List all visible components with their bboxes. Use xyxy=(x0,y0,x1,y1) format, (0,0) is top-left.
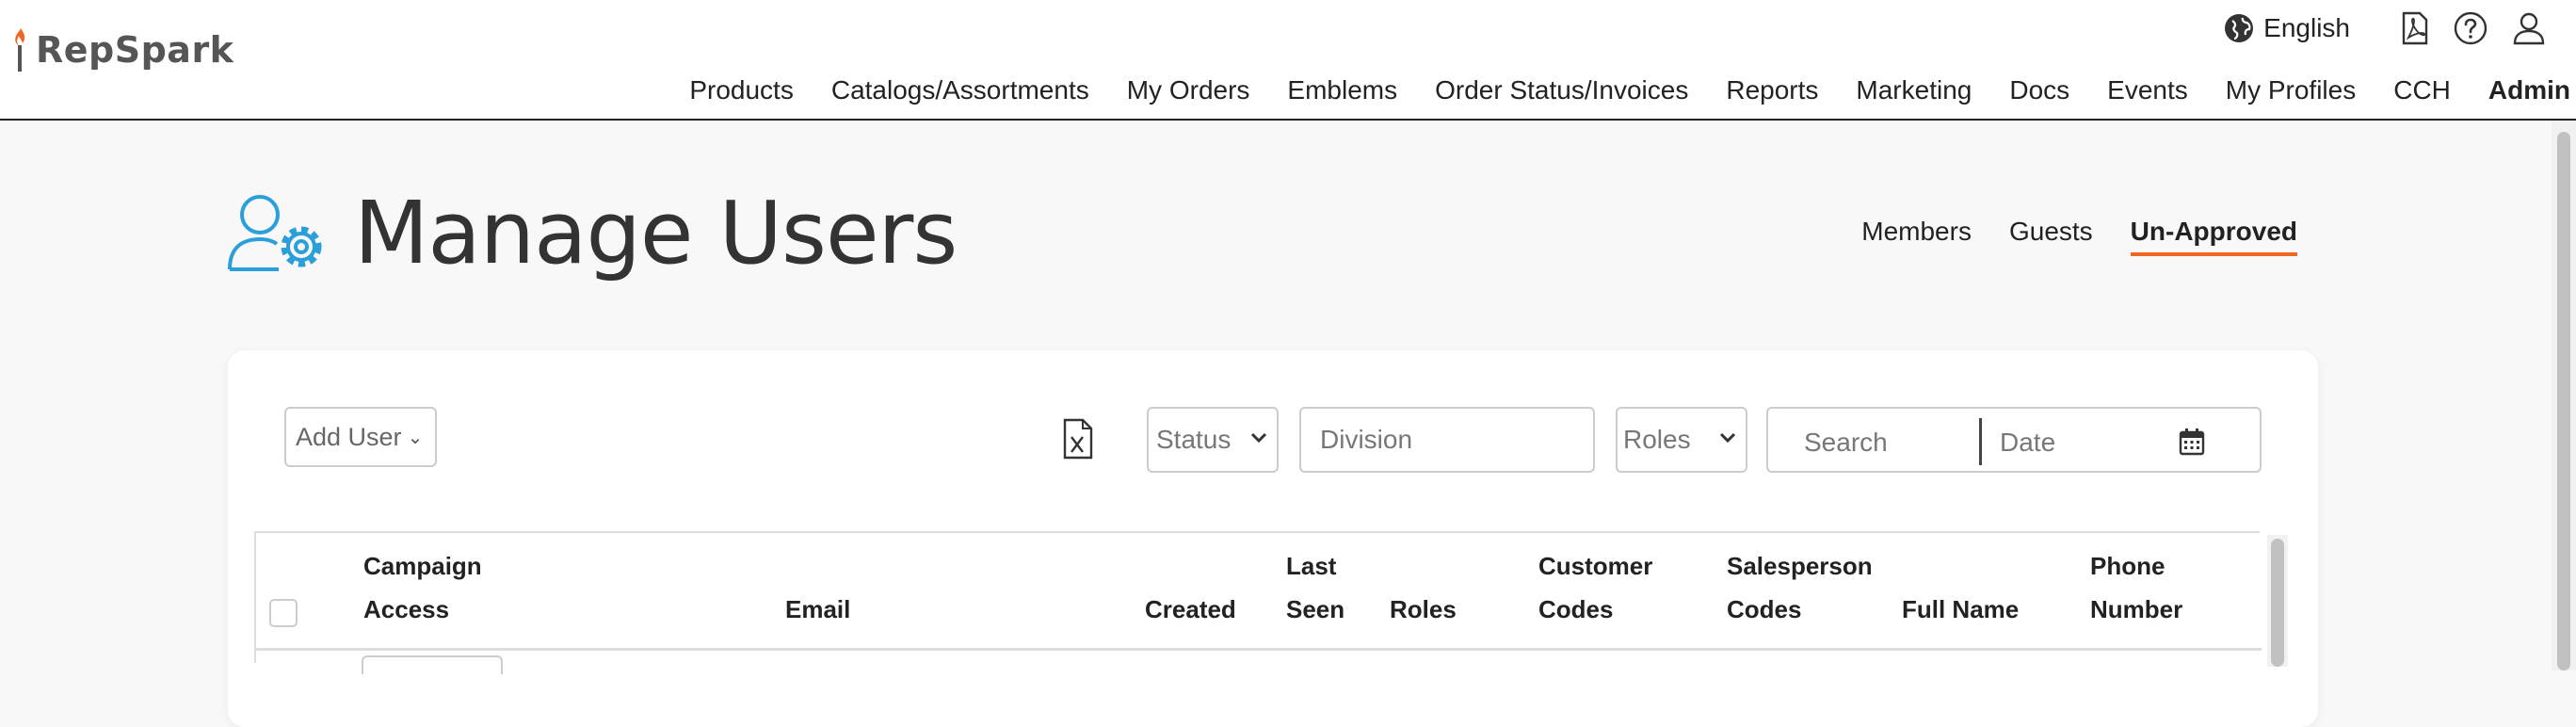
chevron-down-icon: ⌄ xyxy=(407,427,424,448)
tab-guests[interactable]: Guests xyxy=(2009,217,2093,256)
col-roles[interactable]: Roles xyxy=(1390,544,1457,631)
col-full-name[interactable]: Full Name xyxy=(1902,544,2019,631)
brand-name: RepSpark xyxy=(36,29,234,71)
col-campaign-access[interactable]: Campaign Access xyxy=(363,544,482,631)
page-scrollbar[interactable] xyxy=(2552,121,2576,670)
chevron-down-icon xyxy=(1719,432,1736,444)
search-date-divider xyxy=(1979,418,1982,465)
globe-icon xyxy=(2225,14,2254,42)
nav-order-status-invoices[interactable]: Order Status/Invoices xyxy=(1435,75,1688,105)
pdf-button[interactable] xyxy=(2401,11,2429,45)
users-table: Campaign Access Email Created Last Seen … xyxy=(254,531,2288,674)
col-email[interactable]: Email xyxy=(785,544,850,631)
add-user-label: Add User xyxy=(296,422,402,451)
users-card: Add User ⌄ Status Division Roles Search … xyxy=(228,350,2318,727)
main-nav: Products Catalogs/Assortments My Orders … xyxy=(652,75,2570,105)
user-settings-icon xyxy=(228,195,322,271)
repspark-logo[interactable]: RepSpark xyxy=(13,28,233,72)
col-salesperson-codes[interactable]: Salesperson Codes xyxy=(1727,544,1873,631)
account-button[interactable] xyxy=(2512,11,2546,45)
nav-catalogs-assortments[interactable]: Catalogs/Assortments xyxy=(831,75,1089,105)
flame-icon xyxy=(15,28,25,72)
row-dropdown[interactable] xyxy=(362,655,503,674)
col-customer-codes[interactable]: Customer Codes xyxy=(1538,544,1652,631)
status-label: Status xyxy=(1156,425,1232,454)
table-scrollbar-thumb[interactable] xyxy=(2271,539,2284,667)
calendar-icon[interactable] xyxy=(2179,428,2205,456)
top-header: RepSpark English Products Catalogs/Assor… xyxy=(0,0,2576,121)
nav-products[interactable]: Products xyxy=(689,75,794,105)
status-select[interactable]: Status xyxy=(1147,407,1279,473)
page-title: Manage Users xyxy=(354,183,958,283)
division-input[interactable]: Division xyxy=(1299,407,1595,473)
date-input[interactable]: Date xyxy=(2000,428,2055,458)
roles-select[interactable]: Roles xyxy=(1616,407,1747,473)
table-header-divider xyxy=(256,648,2262,651)
language-selector[interactable]: English xyxy=(2224,13,2350,43)
chevron-down-icon xyxy=(1250,432,1267,444)
page-scrollbar-thumb[interactable] xyxy=(2557,132,2570,670)
help-button[interactable] xyxy=(2454,11,2487,45)
add-user-dropdown[interactable]: Add User ⌄ xyxy=(284,407,437,467)
user-tabs: Members Guests Un-Approved xyxy=(1824,217,2297,256)
tab-un-approved[interactable]: Un-Approved xyxy=(2130,217,2297,256)
col-last-seen[interactable]: Last Seen xyxy=(1286,544,1344,631)
division-placeholder: Division xyxy=(1320,425,1413,454)
search-date-filter: Search Date xyxy=(1766,407,2262,473)
nav-events[interactable]: Events xyxy=(2107,75,2188,105)
nav-emblems[interactable]: Emblems xyxy=(1287,75,1397,105)
nav-my-profiles[interactable]: My Profiles xyxy=(2226,75,2356,105)
nav-my-orders[interactable]: My Orders xyxy=(1127,75,1250,105)
nav-cch[interactable]: CCH xyxy=(2393,75,2451,105)
language-label: English xyxy=(2263,13,2350,42)
table-scrollbar[interactable] xyxy=(2267,535,2288,667)
roles-label: Roles xyxy=(1623,425,1691,454)
col-phone-number[interactable]: Phone Number xyxy=(2090,544,2182,631)
help-icon xyxy=(2454,11,2487,45)
nav-admin[interactable]: Admin xyxy=(2488,75,2570,105)
excel-icon[interactable] xyxy=(1062,418,1094,460)
select-all-checkbox[interactable] xyxy=(269,599,298,627)
user-icon xyxy=(2513,12,2545,45)
col-created[interactable]: Created xyxy=(1145,544,1236,631)
utility-bar: English xyxy=(2224,11,2546,45)
nav-docs[interactable]: Docs xyxy=(2009,75,2069,105)
search-input[interactable]: Search xyxy=(1804,428,1888,458)
nav-marketing[interactable]: Marketing xyxy=(1856,75,1972,105)
nav-reports[interactable]: Reports xyxy=(1726,75,1818,105)
pdf-icon xyxy=(2402,11,2428,45)
tab-members[interactable]: Members xyxy=(1861,217,1972,256)
